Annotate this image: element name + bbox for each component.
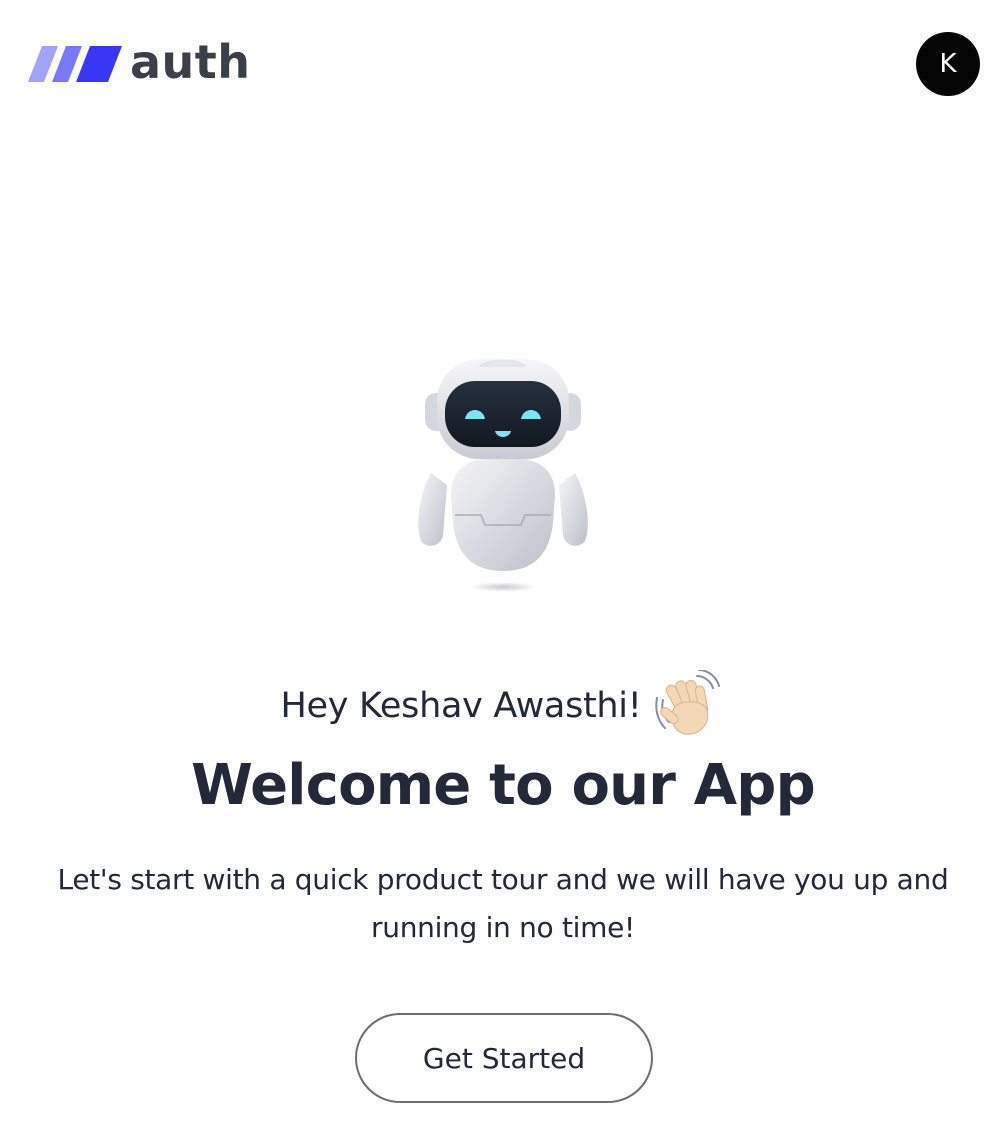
header: auth K xyxy=(0,0,1006,130)
welcome-subtitle: Let's start with a quick product tour an… xyxy=(57,863,949,944)
logo[interactable]: auth xyxy=(28,35,251,89)
page-title: Welcome to our App xyxy=(191,753,816,818)
logo-text: auth xyxy=(130,35,251,89)
greeting-text: Hey Keshav Awasthi! xyxy=(280,686,642,726)
logo-bars-icon xyxy=(28,46,122,82)
get-started-button[interactable]: Get Started xyxy=(355,1013,653,1103)
user-avatar[interactable]: K xyxy=(916,32,980,96)
waving-hand-icon xyxy=(655,670,721,735)
robot-illustration xyxy=(418,359,588,592)
greeting: Hey Keshav Awasthi! xyxy=(0,670,1006,742)
